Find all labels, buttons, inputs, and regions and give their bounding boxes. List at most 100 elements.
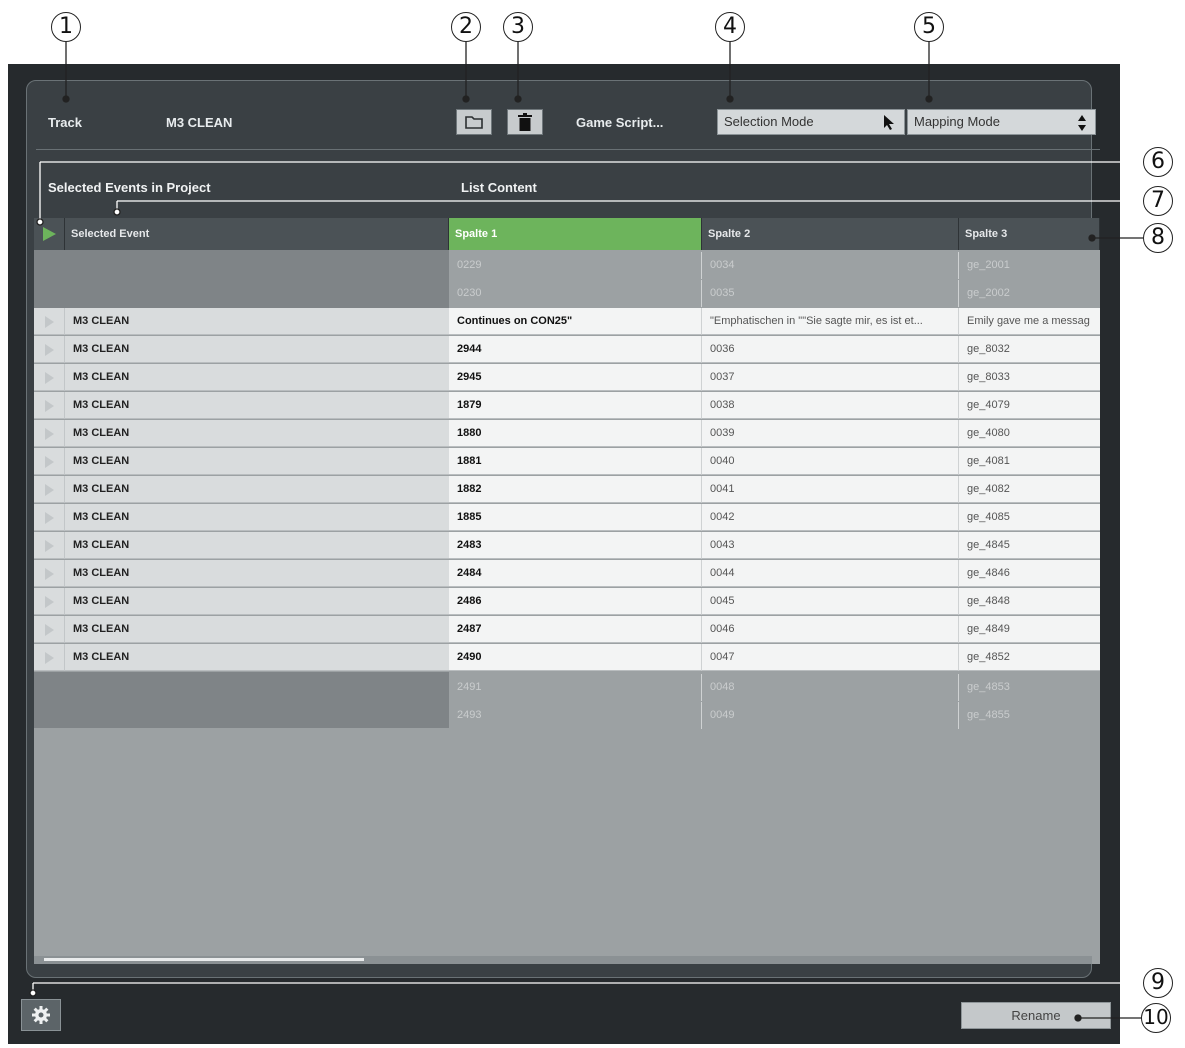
table-row[interactable]: M3 CLEAN 2945 0037 ge_8033 bbox=[34, 364, 1100, 392]
spalte-2-cell[interactable]: 0036 bbox=[702, 336, 959, 363]
row-play-button[interactable] bbox=[34, 532, 65, 559]
spalte-2-cell[interactable]: 0040 bbox=[702, 448, 959, 475]
row-play-button[interactable] bbox=[34, 644, 65, 671]
play-icon bbox=[45, 344, 54, 356]
spalte-2-cell[interactable]: 0039 bbox=[702, 420, 959, 447]
ghost-cell: ge_4855 bbox=[967, 709, 1010, 721]
spalte-1-cell[interactable]: 1881 bbox=[449, 448, 702, 475]
spalte-1-cell[interactable]: 2487 bbox=[449, 616, 702, 643]
row-play-button[interactable] bbox=[34, 336, 65, 363]
spalte-1-cell[interactable]: 2490 bbox=[449, 644, 702, 671]
selected-event-cell[interactable]: M3 CLEAN bbox=[65, 476, 449, 503]
game-script-label[interactable]: Game Script... bbox=[576, 115, 663, 130]
selected-event-cell[interactable]: M3 CLEAN bbox=[65, 364, 449, 391]
play-icon bbox=[45, 568, 54, 580]
table-row[interactable]: M3 CLEAN Continues on CON25" "Emphatischen… bbox=[34, 308, 1100, 336]
row-play-button[interactable] bbox=[34, 560, 65, 587]
row-play-button[interactable] bbox=[34, 504, 65, 531]
table-row[interactable]: M3 CLEAN 2944 0036 ge_8032 bbox=[34, 336, 1100, 364]
row-play-button[interactable] bbox=[34, 364, 65, 391]
row-play-button[interactable] bbox=[34, 616, 65, 643]
selected-event-cell[interactable]: M3 CLEAN bbox=[65, 560, 449, 587]
spalte-2-cell[interactable]: 0042 bbox=[702, 504, 959, 531]
horizontal-scrollbar[interactable] bbox=[34, 956, 1092, 964]
ghost-cell: 2493 bbox=[449, 702, 702, 729]
row-play-button[interactable] bbox=[34, 392, 65, 419]
spalte-1-cell[interactable]: Continues on CON25" bbox=[449, 308, 702, 335]
spalte-1-cell[interactable]: 1879 bbox=[449, 392, 702, 419]
selected-event-cell[interactable]: M3 CLEAN bbox=[65, 616, 449, 643]
spalte-2-cell[interactable]: 0038 bbox=[702, 392, 959, 419]
selection-mode-dropdown[interactable]: Selection Mode bbox=[717, 109, 905, 135]
spalte-1-cell[interactable]: 1882 bbox=[449, 476, 702, 503]
column-header-spalte-1[interactable]: Spalte 1 bbox=[449, 218, 702, 250]
column-header-spalte-3[interactable]: Spalte 3 bbox=[959, 218, 1100, 250]
spalte-2-cell[interactable]: 0043 bbox=[702, 532, 959, 559]
callout-3: 3 bbox=[503, 12, 533, 42]
selected-event-cell[interactable]: M3 CLEAN bbox=[65, 588, 449, 615]
selected-event-cell[interactable]: M3 CLEAN bbox=[65, 448, 449, 475]
table-row[interactable]: M3 CLEAN 2483 0043 ge_4845 bbox=[34, 532, 1100, 560]
scrollbar-thumb[interactable] bbox=[44, 958, 364, 961]
callout-4: 4 bbox=[715, 12, 745, 42]
selected-event-cell[interactable]: M3 CLEAN bbox=[65, 532, 449, 559]
delete-button[interactable] bbox=[507, 109, 543, 135]
spalte-3-cell[interactable]: ge_8033 bbox=[959, 364, 1100, 391]
open-folder-button[interactable] bbox=[456, 109, 492, 135]
spalte-3-cell[interactable]: ge_4848 bbox=[959, 588, 1100, 615]
column-header-spalte-2[interactable]: Spalte 2 bbox=[702, 218, 959, 250]
spalte-2-cell[interactable]: 0047 bbox=[702, 644, 959, 671]
table-row[interactable]: M3 CLEAN 1885 0042 ge_4085 bbox=[34, 504, 1100, 532]
rename-button[interactable]: Rename bbox=[961, 1002, 1111, 1029]
mapping-mode-dropdown[interactable]: Mapping Mode bbox=[907, 109, 1096, 135]
spalte-2-cell[interactable]: "Emphatischen in ""Sie sagte mir, es ist… bbox=[702, 308, 959, 335]
spalte-3-cell[interactable]: ge_4085 bbox=[959, 504, 1100, 531]
selection-mode-label: Selection Mode bbox=[724, 114, 814, 129]
table-row[interactable]: M3 CLEAN 1881 0040 ge_4081 bbox=[34, 448, 1100, 476]
table-row[interactable]: M3 CLEAN 2490 0047 ge_4852 bbox=[34, 644, 1100, 672]
spalte-1-cell[interactable]: 2483 bbox=[449, 532, 702, 559]
table-row[interactable]: M3 CLEAN 1882 0041 ge_4082 bbox=[34, 476, 1100, 504]
row-play-button[interactable] bbox=[34, 420, 65, 447]
spalte-1-cell[interactable]: 1880 bbox=[449, 420, 702, 447]
spalte-2-cell[interactable]: 0045 bbox=[702, 588, 959, 615]
selected-event-cell[interactable]: M3 CLEAN bbox=[65, 504, 449, 531]
spalte-1-cell[interactable]: 2484 bbox=[449, 560, 702, 587]
table-row[interactable]: M3 CLEAN 1880 0039 ge_4080 bbox=[34, 420, 1100, 448]
spalte-2-cell[interactable]: 0044 bbox=[702, 560, 959, 587]
spalte-3-cell[interactable]: ge_4079 bbox=[959, 392, 1100, 419]
spalte-3-cell[interactable]: ge_4846 bbox=[959, 560, 1100, 587]
table-row[interactable]: M3 CLEAN 2484 0044 ge_4846 bbox=[34, 560, 1100, 588]
spalte-3-cell[interactable]: ge_4080 bbox=[959, 420, 1100, 447]
table-row[interactable]: M3 CLEAN 2487 0046 ge_4849 bbox=[34, 616, 1100, 644]
spalte-3-cell[interactable]: ge_4852 bbox=[959, 644, 1100, 671]
spalte-2-cell[interactable]: 0037 bbox=[702, 364, 959, 391]
selected-event-cell[interactable]: M3 CLEAN bbox=[65, 392, 449, 419]
spalte-3-cell[interactable]: Emily gave me a messag bbox=[959, 308, 1100, 335]
spalte-3-cell[interactable]: ge_4845 bbox=[959, 532, 1100, 559]
row-play-button[interactable] bbox=[34, 476, 65, 503]
spalte-1-cell[interactable]: 1885 bbox=[449, 504, 702, 531]
selected-event-cell[interactable]: M3 CLEAN bbox=[65, 336, 449, 363]
row-play-button[interactable] bbox=[34, 448, 65, 475]
play-all-header[interactable] bbox=[34, 218, 65, 250]
spalte-3-cell[interactable]: ge_4849 bbox=[959, 616, 1100, 643]
spalte-2-cell[interactable]: 0046 bbox=[702, 616, 959, 643]
spalte-1-cell[interactable]: 2486 bbox=[449, 588, 702, 615]
selected-event-cell[interactable]: M3 CLEAN bbox=[65, 420, 449, 447]
spalte-3-cell[interactable]: ge_8032 bbox=[959, 336, 1100, 363]
row-play-button[interactable] bbox=[34, 588, 65, 615]
spalte-3-cell[interactable]: ge_4082 bbox=[959, 476, 1100, 503]
spalte-1-cell[interactable]: 2944 bbox=[449, 336, 702, 363]
callout-7: 7 bbox=[1143, 186, 1173, 216]
settings-button[interactable] bbox=[21, 999, 61, 1031]
selected-event-header[interactable]: Selected Event bbox=[65, 218, 449, 250]
selected-event-cell[interactable]: M3 CLEAN bbox=[65, 644, 449, 671]
spalte-3-cell[interactable]: ge_4081 bbox=[959, 448, 1100, 475]
row-play-button[interactable] bbox=[34, 308, 65, 335]
selected-event-cell[interactable]: M3 CLEAN bbox=[65, 308, 449, 335]
table-row[interactable]: M3 CLEAN 2486 0045 ge_4848 bbox=[34, 588, 1100, 616]
table-row[interactable]: M3 CLEAN 1879 0038 ge_4079 bbox=[34, 392, 1100, 420]
spalte-2-cell[interactable]: 0041 bbox=[702, 476, 959, 503]
spalte-1-cell[interactable]: 2945 bbox=[449, 364, 702, 391]
